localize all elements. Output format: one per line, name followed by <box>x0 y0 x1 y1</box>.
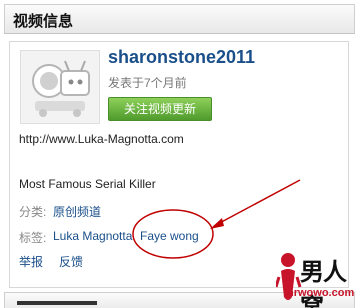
tv-mascot-icon <box>21 51 99 123</box>
next-section-title-placeholder <box>17 301 97 305</box>
report-link[interactable]: 举报 <box>19 253 43 270</box>
video-url: http://www.Luka-Magnotta.com <box>19 132 184 146</box>
tag-link-faye-wong[interactable]: Faye wong <box>140 229 199 243</box>
category-link[interactable]: 原创频道 <box>53 203 101 220</box>
tags-label: 标签: <box>19 231 47 245</box>
channel-avatar[interactable] <box>20 50 100 124</box>
watermark-text: 男人窝 <box>300 259 347 308</box>
follow-updates-button[interactable]: 关注视频更新 <box>108 97 212 121</box>
panel-title: 视频信息 <box>13 13 74 30</box>
video-description: Most Famous Serial Killer <box>19 177 156 191</box>
category-label: 分类: <box>19 205 47 219</box>
tag-link-luka-magnotta[interactable]: Luka Magnotta <box>53 229 132 243</box>
published-time: 发表于7个月前 <box>108 76 187 90</box>
channel-name-link[interactable]: sharonstone2011 <box>108 47 255 68</box>
watermark-url: nrwowo.com <box>287 287 355 299</box>
video-info-header: 视频信息 <box>4 4 355 34</box>
feedback-link[interactable]: 反馈 <box>59 253 83 270</box>
